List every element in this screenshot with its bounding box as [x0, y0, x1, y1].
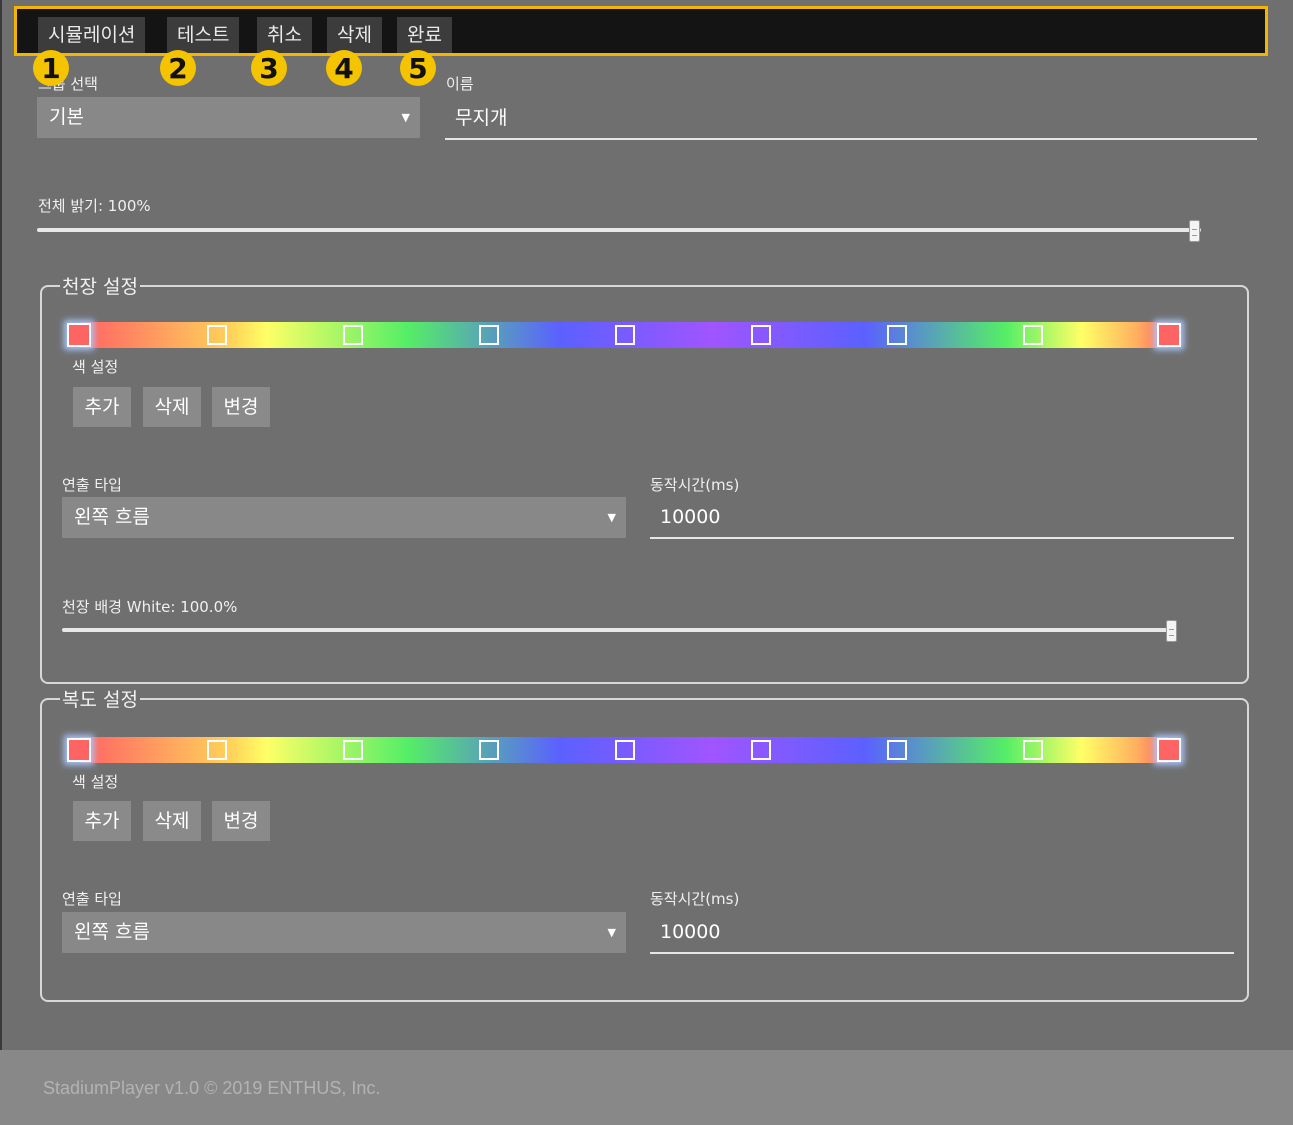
ceiling-effect-label: 연출 타입: [62, 476, 122, 494]
color-stop-handle[interactable]: [343, 740, 363, 760]
color-stop-handle[interactable]: [343, 325, 363, 345]
brightness-label: 전체 밝기: 100%: [38, 197, 151, 215]
marker-3: 3: [251, 50, 287, 86]
color-stop-handle[interactable]: [615, 740, 635, 760]
delete-button[interactable]: 삭제: [327, 17, 382, 53]
marker-5: 5: [400, 50, 436, 86]
color-stop-handle[interactable]: [887, 740, 907, 760]
ceiling-effect-select[interactable]: 왼쪽 흐름 ▼: [62, 497, 626, 538]
ceiling-change-button[interactable]: 변경: [212, 387, 270, 427]
corridor-delete-button[interactable]: 삭제: [143, 801, 201, 841]
corridor-change-button[interactable]: 변경: [212, 801, 270, 841]
simulation-button[interactable]: 시뮬레이션: [38, 17, 146, 53]
color-stop-handle[interactable]: [615, 325, 635, 345]
corridor-color-label: 색 설정: [72, 773, 119, 791]
brightness-slider-thumb[interactable]: [1189, 220, 1200, 242]
corridor-duration-input[interactable]: 10000: [650, 913, 1234, 954]
corridor-effect-select[interactable]: 왼쪽 흐름 ▼: [62, 912, 626, 953]
color-stop-handle[interactable]: [751, 740, 771, 760]
ceiling-duration-input[interactable]: 10000: [650, 498, 1234, 539]
color-stop-handle[interactable]: [479, 740, 499, 760]
ceiling-delete-button[interactable]: 삭제: [143, 387, 201, 427]
ceiling-effect-value: 왼쪽 흐름: [74, 506, 150, 528]
chevron-down-icon: ▼: [607, 926, 616, 939]
color-stop-handle[interactable]: [479, 325, 499, 345]
marker-1: 1: [33, 50, 69, 86]
group-select-value: 기본: [49, 106, 84, 128]
footer: StadiumPlayer v1.0 © 2019 ENTHUS, Inc.: [0, 1050, 1293, 1125]
marker-4: 4: [326, 50, 362, 86]
ceiling-settings-title: 천장 설정: [62, 276, 138, 298]
color-stop-handle[interactable]: [207, 325, 227, 345]
toolbar: 시뮬레이션 테스트 취소 삭제 완료: [14, 6, 1268, 56]
name-input[interactable]: 무지개: [445, 98, 1257, 140]
color-stop-handle[interactable]: [67, 323, 91, 347]
chevron-down-icon: ▼: [607, 511, 616, 524]
group-select[interactable]: 기본 ▼: [37, 97, 420, 138]
done-button[interactable]: 완료: [397, 17, 452, 53]
marker-2: 2: [160, 50, 196, 86]
color-stop-handle[interactable]: [1023, 325, 1043, 345]
ceiling-duration-label: 동작시간(ms): [650, 476, 740, 494]
color-stop-handle[interactable]: [67, 738, 91, 762]
ceiling-add-button[interactable]: 추가: [73, 387, 131, 427]
corridor-duration-label: 동작시간(ms): [650, 890, 740, 908]
chevron-down-icon: ▼: [401, 111, 410, 124]
test-button[interactable]: 테스트: [167, 17, 240, 53]
name-label: 이름: [446, 75, 474, 93]
ceiling-background-slider-thumb[interactable]: [1166, 620, 1177, 642]
footer-copyright: StadiumPlayer v1.0 © 2019 ENTHUS, Inc.: [43, 1078, 381, 1098]
corridor-add-button[interactable]: 추가: [73, 801, 131, 841]
color-stop-handle[interactable]: [1157, 323, 1181, 347]
corridor-effect-label: 연출 타입: [62, 890, 122, 908]
color-stop-handle[interactable]: [751, 325, 771, 345]
corridor-effect-value: 왼쪽 흐름: [74, 921, 150, 943]
page-left-border: [0, 0, 2, 1050]
ceiling-color-label: 색 설정: [72, 358, 119, 376]
brightness-slider-track[interactable]: [37, 228, 1201, 232]
cancel-button[interactable]: 취소: [257, 17, 312, 53]
ceiling-background-label: 천장 배경 White: 100.0%: [62, 598, 238, 616]
corridor-settings-section: 복도 설정: [40, 685, 1249, 1002]
color-stop-handle[interactable]: [1023, 740, 1043, 760]
ceiling-background-slider-track[interactable]: [62, 628, 1172, 632]
corridor-settings-title: 복도 설정: [62, 689, 138, 711]
color-stop-handle[interactable]: [1157, 738, 1181, 762]
color-stop-handle[interactable]: [207, 740, 227, 760]
color-stop-handle[interactable]: [887, 325, 907, 345]
